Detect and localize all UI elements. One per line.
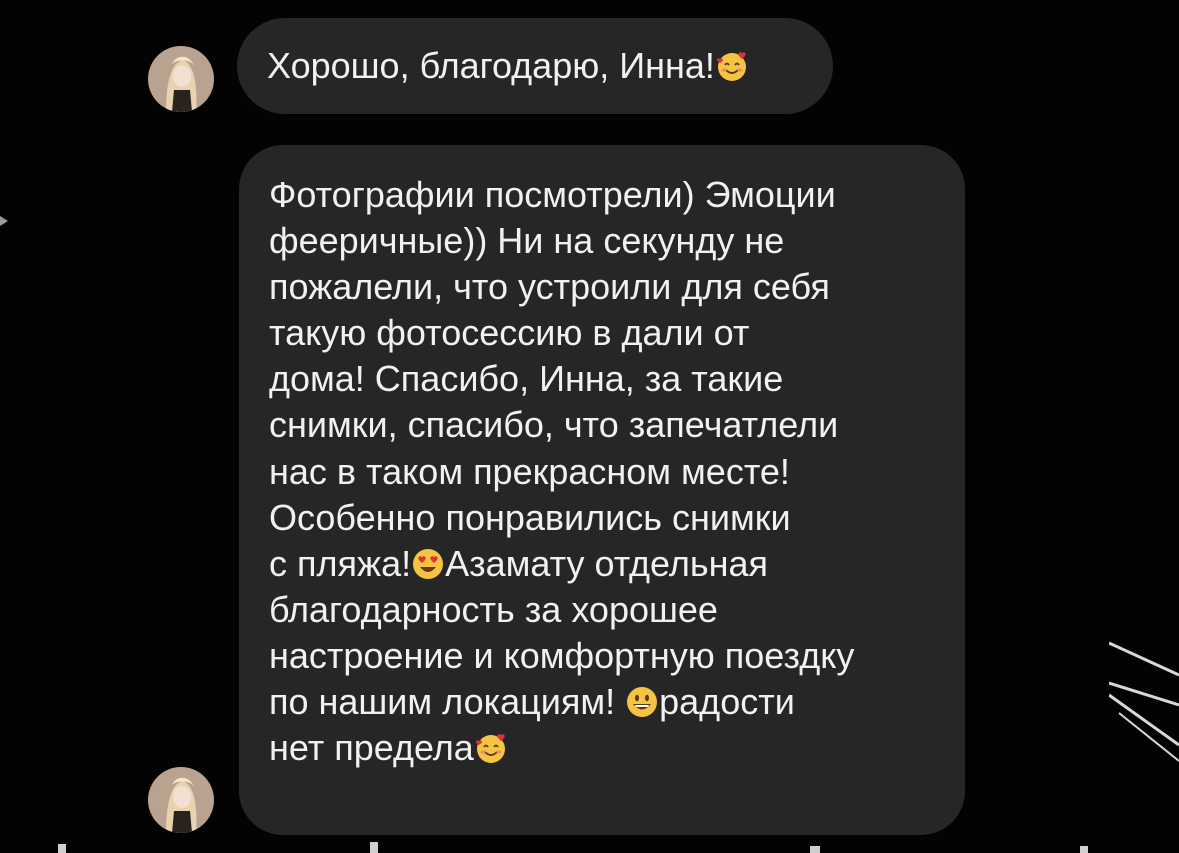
smiling-face-with-hearts-icon xyxy=(716,52,746,81)
avatar-photo xyxy=(148,46,214,112)
message-bubble[interactable]: Фотографии посмотрели) Эмоции фееричные)… xyxy=(239,145,965,835)
message-line: фееричные)) Ни на секунду не xyxy=(269,220,785,262)
message-line: пожалели, что устроили для себя xyxy=(269,266,830,308)
decorative-lines xyxy=(1109,641,1179,762)
message-text: по нашим локациям! xyxy=(269,681,626,723)
message-line: дома! Спасибо, Инна, за такие xyxy=(269,358,784,400)
message-line: с пляжа! Азамату отдельная xyxy=(269,541,935,587)
message-line: благодарность за хорошее xyxy=(269,588,718,630)
message-text: нет предела xyxy=(269,727,474,769)
message-line: Особенно понравились снимки xyxy=(269,496,791,538)
message-text: Хорошо, благодарю, Инна! xyxy=(267,45,715,86)
message-line: Хорошо, благодарю, Инна! xyxy=(267,42,803,90)
message-line: нет предела xyxy=(269,725,935,771)
avatar-photo xyxy=(148,767,214,833)
chat-screen: Хорошо, благодарю, Инна! Фотографии посм… xyxy=(0,0,1179,853)
heart-eyes-icon xyxy=(413,548,444,579)
message-text: с пляжа! xyxy=(269,542,412,584)
avatar[interactable] xyxy=(148,46,214,112)
message-line: настроение и комфортную поездку xyxy=(269,634,855,676)
message-line: снимки, спасибо, что запечатлели xyxy=(269,404,839,446)
message-line: по нашим локациям! радости xyxy=(269,679,935,725)
smiling-face-with-hearts-icon xyxy=(475,734,505,764)
message-line: нас в таком прекрасном месте! xyxy=(269,450,790,492)
avatar[interactable] xyxy=(148,767,214,833)
grinning-face-icon xyxy=(627,687,658,718)
message-text: Азамату отдельная xyxy=(445,542,769,584)
left-edge-marker xyxy=(0,216,8,226)
message-line: Фотографии посмотрели) Эмоции xyxy=(269,174,836,215)
message-bubble[interactable]: Хорошо, благодарю, Инна! xyxy=(237,18,833,114)
message-text: радости xyxy=(659,681,795,723)
message-line: такую фотосессию в дали от xyxy=(269,312,750,354)
cropped-text-fragment xyxy=(58,842,1088,853)
